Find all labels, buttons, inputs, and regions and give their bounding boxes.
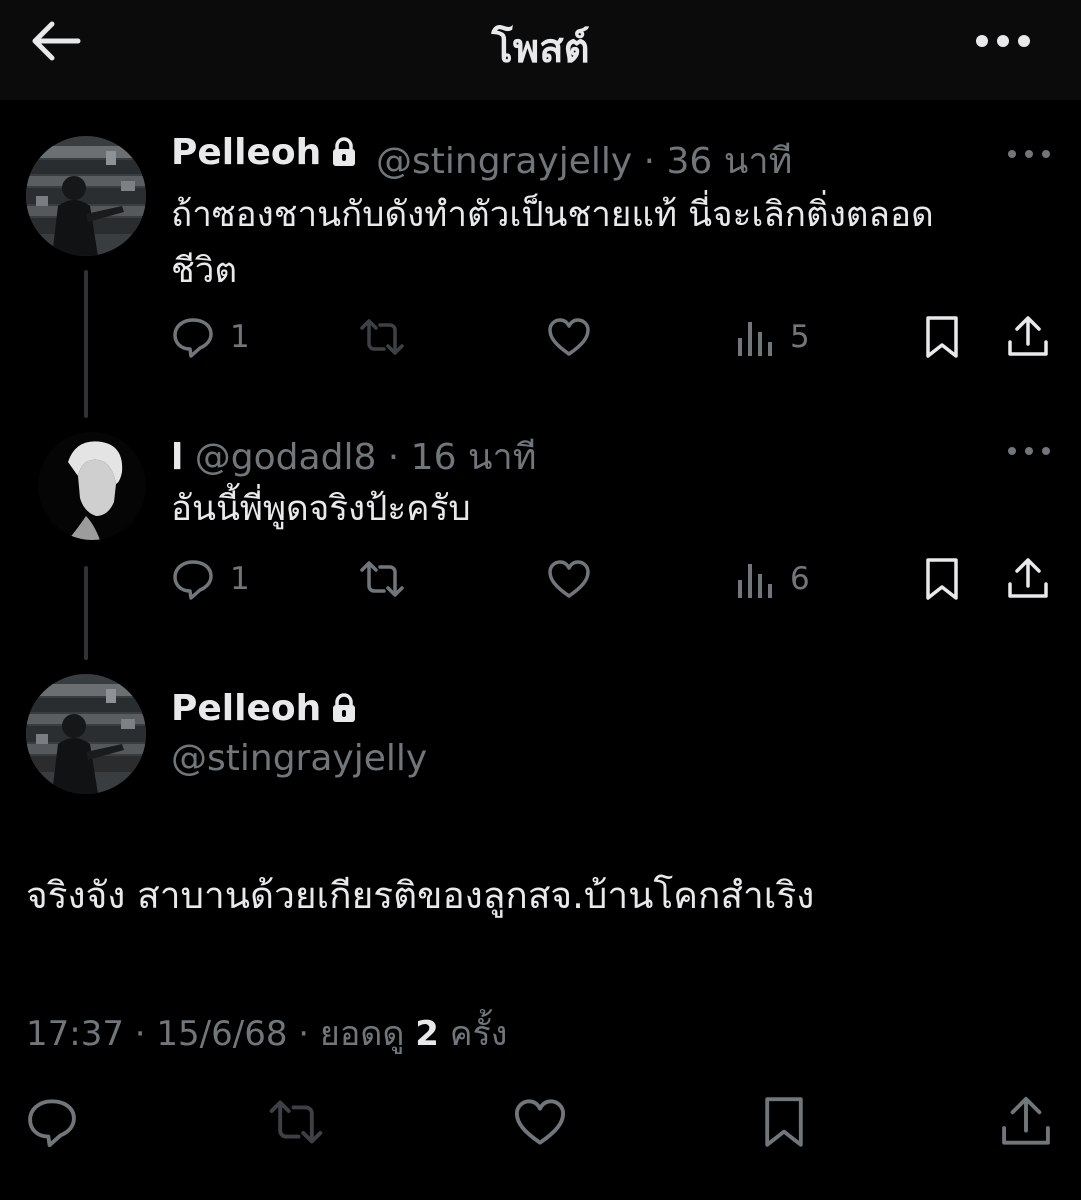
view-count: 6 bbox=[790, 561, 810, 597]
author-header[interactable]: l @godadl8 · 16 นาที bbox=[171, 428, 537, 485]
share-icon bbox=[1006, 314, 1050, 360]
bookmark-icon bbox=[760, 1093, 808, 1155]
share-button[interactable] bbox=[1006, 312, 1050, 362]
like-icon bbox=[512, 1094, 568, 1154]
tweet-actions: 1 5 bbox=[170, 312, 1060, 362]
retweet-button[interactable] bbox=[266, 1094, 326, 1154]
avatar[interactable] bbox=[38, 432, 146, 540]
tweet-text: ถ้าซองชานกับดังทำตัวเป็นชายแท้ นี่จะเลิก… bbox=[171, 187, 934, 299]
views-button[interactable]: 5 bbox=[734, 312, 810, 362]
timestamp-text: 17:37 · 15/6/68 · ยอดดู bbox=[26, 1014, 416, 1054]
author-handle[interactable]: @stingrayjelly bbox=[171, 738, 427, 779]
like-icon bbox=[546, 556, 592, 602]
like-button[interactable] bbox=[546, 554, 592, 604]
reply-button[interactable] bbox=[22, 1094, 82, 1154]
tweet-text-line: ชีวิต bbox=[171, 251, 238, 291]
view-count: 5 bbox=[790, 319, 810, 355]
reply-button[interactable]: 1 bbox=[170, 312, 250, 362]
reply-icon bbox=[170, 556, 216, 602]
share-icon bbox=[999, 1094, 1053, 1154]
retweet-icon bbox=[358, 314, 406, 360]
post-time: · 36 นาที bbox=[643, 141, 793, 182]
main-tweet-text: จริงจัง สาบานด้วยเกียรติของลูกสจ.บ้านโคก… bbox=[26, 874, 815, 917]
more-icon[interactable] bbox=[974, 28, 1034, 54]
lock-icon bbox=[331, 691, 357, 732]
avatar[interactable] bbox=[26, 674, 146, 794]
handle-label: @stingrayjelly bbox=[376, 141, 633, 182]
views-button[interactable]: 6 bbox=[734, 554, 810, 604]
thread-line bbox=[84, 270, 88, 418]
views-icon bbox=[734, 314, 776, 360]
reply-count: 1 bbox=[230, 319, 250, 355]
reply-icon bbox=[24, 1094, 80, 1154]
bookmark-button[interactable] bbox=[754, 1094, 814, 1154]
post-time: · 16 นาที bbox=[387, 437, 537, 478]
post-timestamp: 17:37 · 15/6/68 · ยอดดู 2 ครั้ง bbox=[26, 1006, 507, 1060]
retweet-button[interactable] bbox=[358, 312, 406, 362]
top-bar: โพสต์ bbox=[0, 0, 1081, 100]
reply-count: 1 bbox=[230, 561, 250, 597]
tweet-text: อันนี้พี่พูดจริงป้ะครับ bbox=[171, 489, 471, 529]
avatar[interactable] bbox=[26, 136, 146, 256]
like-icon bbox=[546, 314, 592, 360]
thread-line bbox=[84, 566, 88, 660]
retweet-icon bbox=[266, 1094, 326, 1154]
author-name[interactable]: Pelleoh bbox=[171, 132, 357, 176]
bookmark-button[interactable] bbox=[922, 312, 962, 362]
lock-icon bbox=[331, 135, 357, 176]
reply-icon bbox=[170, 314, 216, 360]
author-name: l bbox=[171, 437, 184, 478]
tweet-text-line: ถ้าซองชานกับดังทำตัวเป็นชายแท้ นี่จะเลิก… bbox=[171, 195, 934, 235]
tweet-actions: 1 6 bbox=[170, 554, 1060, 604]
author-handle: @godadl8 bbox=[194, 437, 377, 478]
view-count-suffix: ครั้ง bbox=[438, 1014, 508, 1054]
view-count[interactable]: 2 bbox=[415, 1014, 439, 1054]
main-tweet-actions bbox=[0, 1094, 1081, 1154]
like-button[interactable] bbox=[546, 312, 592, 362]
author-name-label: Pelleoh bbox=[171, 688, 322, 729]
bookmark-button[interactable] bbox=[922, 554, 962, 604]
more-icon[interactable] bbox=[1006, 443, 1052, 457]
page-title: โพสต์ bbox=[491, 26, 590, 72]
share-icon bbox=[1006, 556, 1050, 602]
author-handle[interactable]: @stingrayjelly · 36 นาที bbox=[376, 132, 792, 189]
views-icon bbox=[734, 556, 776, 602]
author-name[interactable]: Pelleoh bbox=[171, 688, 357, 732]
author-name-label: Pelleoh bbox=[171, 132, 322, 173]
bookmark-icon bbox=[922, 314, 962, 360]
reply-button[interactable]: 1 bbox=[170, 554, 250, 604]
like-button[interactable] bbox=[510, 1094, 570, 1154]
share-button[interactable] bbox=[996, 1094, 1056, 1154]
more-icon[interactable] bbox=[1006, 146, 1052, 160]
retweet-icon bbox=[358, 556, 406, 602]
bookmark-icon bbox=[922, 556, 962, 602]
share-button[interactable] bbox=[1006, 554, 1050, 604]
retweet-button[interactable] bbox=[358, 554, 406, 604]
